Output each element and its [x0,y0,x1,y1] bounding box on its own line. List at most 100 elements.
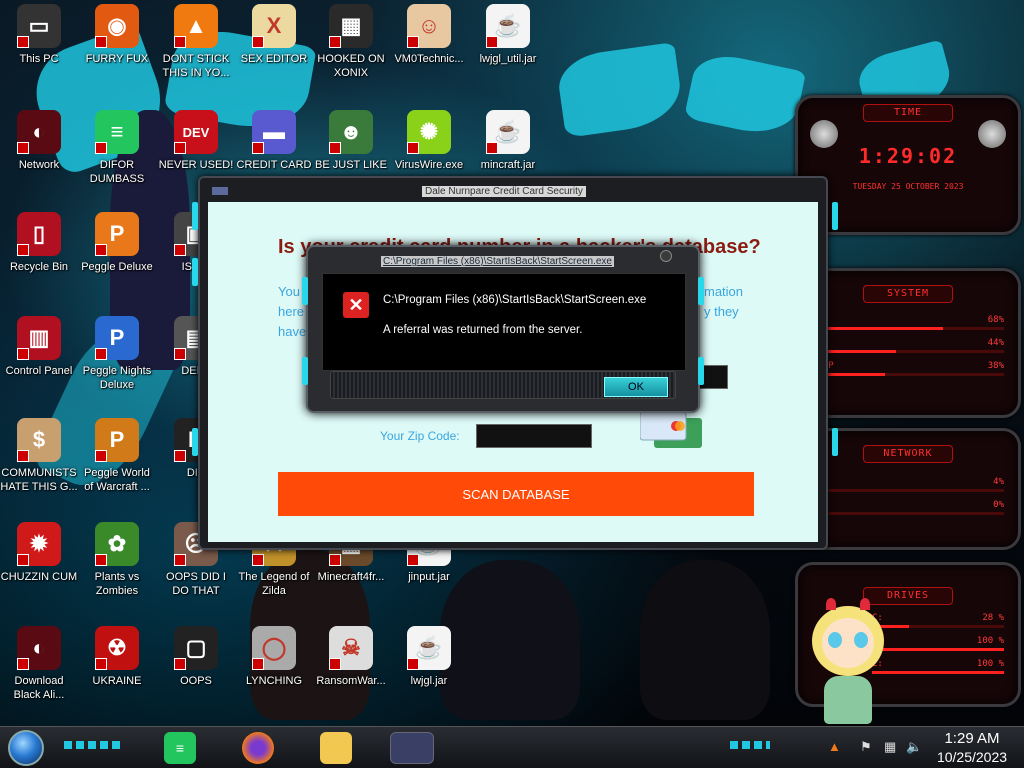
desktop-icon[interactable]: ◐ Download Black Ali... [0,626,78,702]
desktop-icon-image: ◐ [17,110,61,154]
dialog-path-text: C:\Program Files (x86)\StartIsBack\Start… [383,294,647,306]
desktop-icon[interactable]: ▯ Recycle Bin [0,212,78,274]
ok-button[interactable]: OK [604,377,668,397]
desktop-icon-image: ◐ [17,626,61,670]
desktop-icon[interactable]: ☕ mincraft.jar [469,110,547,172]
dialog-message-area: ✕ C:\Program Files (x86)\StartIsBack\Sta… [322,273,686,371]
desktop-icon[interactable]: ☻ BE JUST LIKE [312,110,390,172]
scan-database-button[interactable]: SCAN DATABASE [278,472,754,516]
dialog-message-text: A referral was returned from the server. [383,324,583,336]
close-icon[interactable] [660,250,672,262]
desktop-icon[interactable]: ◐ Network [0,110,78,172]
desktop-icon[interactable]: ◯ LYNCHING [235,626,313,688]
network-gadget-row-bar [812,512,1004,515]
desktop-icon[interactable]: P Peggle Deluxe [78,212,156,274]
desktop-icon-image: ☺ [407,4,451,48]
desktop-icon-label: UKRAINE [92,675,142,687]
desktop-icon[interactable]: ▬ CREDIT CARD [235,110,313,172]
dialog-frame-accent [302,357,308,385]
desktop-icon[interactable]: ☺ VM0Technic... [390,4,468,66]
desktop-icon-label: jinput.jar [408,571,450,583]
desktop-icon-image: ▯ [17,212,61,256]
system-gadget-rows: CPU68% RAM44% SWAP38% [798,315,1018,376]
taskbar-clock-time[interactable]: 1:29 AM [930,730,1014,747]
desktop-icon[interactable]: ☕ lwjgl_util.jar [469,4,547,66]
system-gadget-row-value: 68% [987,315,1004,325]
network-gadget-row-bar [812,489,1004,492]
description-text: y they [704,304,739,319]
desktop-icon-label: Network [18,159,60,171]
desktop-icon[interactable]: ✺ VirusWire.exe [390,110,468,172]
network-tray-icon[interactable]: ▦ [884,739,896,755]
error-dialog: C:\Program Files (x86)\StartIsBack\Start… [302,245,704,413]
description-text: You [278,284,300,299]
desktop-icon-label: Plants vs Zombies [94,571,140,597]
desktop-icon[interactable]: DEV NEVER USED! [157,110,235,172]
desktop-icon-label: RansomWar... [316,675,386,687]
taskbar-clock-date[interactable]: 10/25/2023 [930,749,1014,765]
network-gadget-row: OUT0% [798,500,1018,510]
desktop-icon[interactable]: X SEX EDITOR [235,4,313,66]
desktop-icon-label: SEX EDITOR [240,53,308,65]
zip-code-input[interactable] [476,424,592,448]
desktop-icon[interactable]: ▲ DONT STICK THIS IN YO... [157,4,235,80]
drives-gadget-row-value: 28 % [982,613,1004,623]
flag-tray-icon[interactable]: ⚑ [860,739,872,755]
desktop-icon-label: Peggle World of Warcraft ... [84,467,150,493]
avast-tray-icon[interactable]: ▲ [828,739,841,754]
desktop-icon-label: CHUZZIN CUM [0,571,78,583]
system-gadget-row-value: 38% [987,361,1004,371]
drives-gadget-row-value: 100 % [976,659,1004,669]
desktop-icon-image: ☻ [329,110,373,154]
file-explorer-taskbar-icon[interactable] [320,732,352,764]
wallpaper-stroke [683,49,807,141]
time-gadget-date: TUESDAY 25 OCTOBER 2023 [852,182,964,191]
system-gadget-row-bar-fill [812,327,943,330]
desktop-icon-label: The Legend of Zilda [238,571,310,597]
desktop-icon[interactable]: ☕ lwjgl.jar [390,626,468,688]
desktop-icon-image: ▲ [174,4,218,48]
desktop-icon-label: Minecraft4fr... [317,571,385,583]
start-button[interactable] [8,730,44,766]
system-gadget-row-value: 44% [987,338,1004,348]
system-gadget-row-bar [812,350,1004,353]
desktop-icon-label: Peggle Deluxe [81,261,153,273]
desktop-icon[interactable]: ▦ HOOKED ON XONIX [312,4,390,80]
desktop-icon-label: lwjgl_util.jar [479,53,537,65]
desktop-icon[interactable]: ▥ Control Panel [0,316,78,378]
desktop-icon[interactable]: ◉ FURRY FUX [78,4,156,66]
time-gadget: TIME 1:29:02 TUESDAY 25 OCTOBER 2023 [795,95,1021,235]
desktop-icon[interactable]: ✹ CHUZZIN CUM [0,522,78,584]
desktop-icon[interactable]: ≡ DIFOR DUMBASS [78,110,156,186]
desktop-icon-image: P [95,212,139,256]
discord-taskbar-icon[interactable]: ≡ [164,732,196,764]
desktop-icon[interactable]: P Peggle Nights Deluxe [78,316,156,392]
desktop-icon[interactable]: ▭ This PC [0,4,78,66]
wallpaper-stroke [555,42,685,138]
desktop-icon[interactable]: ✿ Plants vs Zombies [78,522,156,598]
desktop-icon-label: DONT STICK THIS IN YO... [162,53,230,79]
desktop-icon-label: BE JUST LIKE [315,159,387,171]
desktop-icon[interactable]: ☠ RansomWar... [312,626,390,688]
desktop-icon-label: NEVER USED! [158,159,234,171]
desktop-icon-label: Peggle Nights Deluxe [82,365,152,391]
desktop-icon-label: Recycle Bin [9,261,69,273]
desktop-icon-label: LYNCHING [245,675,303,687]
desktop-icon-image: X [252,4,296,48]
network-gadget-row-value: 4% [993,477,1004,487]
volume-tray-icon[interactable]: 🔈 [906,739,922,755]
desktop-icon-label: mincraft.jar [480,159,536,171]
desktop-icon-label: This PC [19,53,59,65]
system-gadget-row: RAM44% [798,338,1018,348]
desktop-icon[interactable]: $ COMMUNISTS HATE THIS G... [0,418,78,494]
desktop-icon[interactable]: ▢ OOPS [157,626,235,688]
desktop-icon[interactable]: P Peggle World of Warcraft ... [78,418,156,494]
app-window-title: Dale Nurnpare Credit Card Security [422,186,586,197]
desktop-icon-label: HOOKED ON XONIX [317,53,385,79]
dialog-frame-accent [302,277,308,305]
desktop-icon[interactable]: ☢ UKRAINE [78,626,156,688]
credit-card-app-taskbar-icon[interactable] [390,732,434,764]
alien-icon [978,120,1006,148]
firefox-taskbar-icon[interactable] [242,732,274,764]
system-gadget-row: SWAP38% [798,361,1018,371]
